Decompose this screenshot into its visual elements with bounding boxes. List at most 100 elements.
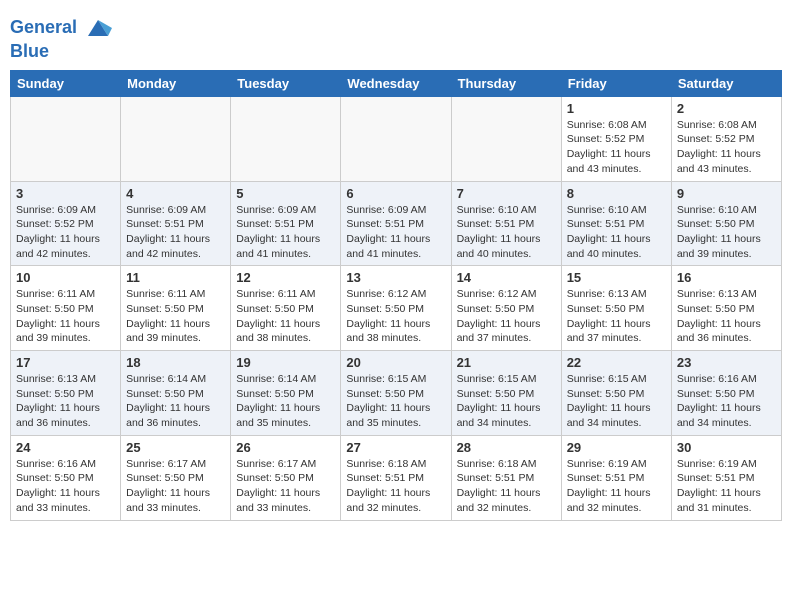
calendar-cell: 23 Sunrise: 6:16 AM Sunset: 5:50 PM Dayli… (671, 351, 781, 436)
day-info: Sunrise: 6:10 AM Sunset: 5:51 PM Dayligh… (567, 203, 666, 262)
day-number: 26 (236, 440, 335, 455)
logo-line2: Blue (10, 42, 112, 62)
calendar-cell (231, 96, 341, 181)
day-number: 3 (16, 186, 115, 201)
calendar-cell: 24 Sunrise: 6:16 AM Sunset: 5:50 PM Dayli… (11, 435, 121, 520)
calendar-cell (451, 96, 561, 181)
logo: General Blue (10, 14, 112, 62)
day-number: 25 (126, 440, 225, 455)
weekday-header: Sunday (11, 70, 121, 96)
day-number: 8 (567, 186, 666, 201)
weekday-header: Monday (121, 70, 231, 96)
calendar-cell: 13Sunrise: 6:12 AM Sunset: 5:50 PM Dayli… (341, 266, 451, 351)
day-info: Sunrise: 6:15 AM Sunset: 5:50 PM Dayligh… (567, 372, 666, 431)
day-number: 15 (567, 270, 666, 285)
page-header: General Blue (10, 10, 782, 62)
day-number: 22 (567, 355, 666, 370)
day-number: 14 (457, 270, 556, 285)
calendar-cell: 10Sunrise: 6:11 AM Sunset: 5:50 PM Dayli… (11, 266, 121, 351)
calendar-cell: 5 Sunrise: 6:09 AM Sunset: 5:51 PM Daylig… (231, 181, 341, 266)
day-info: Sunrise: 6:10 AM Sunset: 5:51 PM Dayligh… (457, 203, 556, 262)
day-info: Sunrise: 6:09 AM Sunset: 5:51 PM Dayligh… (236, 203, 335, 262)
calendar-cell: 21Sunrise: 6:15 AM Sunset: 5:50 PM Dayli… (451, 351, 561, 436)
day-number: 2 (677, 101, 776, 116)
calendar-cell: 30 Sunrise: 6:19 AM Sunset: 5:51 PM Dayli… (671, 435, 781, 520)
day-number: 23 (677, 355, 776, 370)
calendar-cell: 6 Sunrise: 6:09 AM Sunset: 5:51 PM Daylig… (341, 181, 451, 266)
day-info: Sunrise: 6:17 AM Sunset: 5:50 PM Dayligh… (236, 457, 335, 516)
day-info: Sunrise: 6:11 AM Sunset: 5:50 PM Dayligh… (126, 287, 225, 346)
day-number: 5 (236, 186, 335, 201)
calendar-week-row: 17 Sunrise: 6:13 AM Sunset: 5:50 PM Dayli… (11, 351, 782, 436)
day-info: Sunrise: 6:16 AM Sunset: 5:50 PM Dayligh… (16, 457, 115, 516)
day-number: 6 (346, 186, 445, 201)
day-number: 27 (346, 440, 445, 455)
calendar-cell: 29Sunrise: 6:19 AM Sunset: 5:51 PM Dayli… (561, 435, 671, 520)
day-info: Sunrise: 6:11 AM Sunset: 5:50 PM Dayligh… (236, 287, 335, 346)
calendar-cell: 3 Sunrise: 6:09 AM Sunset: 5:52 PM Daylig… (11, 181, 121, 266)
calendar-cell: 26 Sunrise: 6:17 AM Sunset: 5:50 PM Dayli… (231, 435, 341, 520)
day-info: Sunrise: 6:09 AM Sunset: 5:51 PM Dayligh… (346, 203, 445, 262)
calendar-cell: 22 Sunrise: 6:15 AM Sunset: 5:50 PM Dayli… (561, 351, 671, 436)
day-info: Sunrise: 6:13 AM Sunset: 5:50 PM Dayligh… (567, 287, 666, 346)
day-number: 7 (457, 186, 556, 201)
calendar-cell: 25 Sunrise: 6:17 AM Sunset: 5:50 PM Dayli… (121, 435, 231, 520)
day-info: Sunrise: 6:14 AM Sunset: 5:50 PM Dayligh… (126, 372, 225, 431)
day-info: Sunrise: 6:18 AM Sunset: 5:51 PM Dayligh… (346, 457, 445, 516)
day-info: Sunrise: 6:13 AM Sunset: 5:50 PM Dayligh… (677, 287, 776, 346)
day-info: Sunrise: 6:15 AM Sunset: 5:50 PM Dayligh… (457, 372, 556, 431)
day-info: Sunrise: 6:08 AM Sunset: 5:52 PM Dayligh… (677, 118, 776, 177)
day-number: 24 (16, 440, 115, 455)
day-number: 12 (236, 270, 335, 285)
day-number: 18 (126, 355, 225, 370)
calendar-table: SundayMondayTuesdayWednesdayThursdayFrid… (10, 70, 782, 521)
calendar-cell: 17 Sunrise: 6:13 AM Sunset: 5:50 PM Dayli… (11, 351, 121, 436)
weekday-header: Friday (561, 70, 671, 96)
calendar-header-row: SundayMondayTuesdayWednesdayThursdayFrid… (11, 70, 782, 96)
calendar-cell: 11 Sunrise: 6:11 AM Sunset: 5:50 PM Dayli… (121, 266, 231, 351)
calendar-cell (11, 96, 121, 181)
calendar-week-row: 3 Sunrise: 6:09 AM Sunset: 5:52 PM Daylig… (11, 181, 782, 266)
day-number: 20 (346, 355, 445, 370)
day-number: 30 (677, 440, 776, 455)
weekday-header: Tuesday (231, 70, 341, 96)
logo-line1: General (10, 14, 112, 42)
calendar-cell: 14Sunrise: 6:12 AM Sunset: 5:50 PM Dayli… (451, 266, 561, 351)
day-number: 28 (457, 440, 556, 455)
day-number: 13 (346, 270, 445, 285)
calendar-cell: 8 Sunrise: 6:10 AM Sunset: 5:51 PM Daylig… (561, 181, 671, 266)
calendar-cell: 9 Sunrise: 6:10 AM Sunset: 5:50 PM Daylig… (671, 181, 781, 266)
day-info: Sunrise: 6:09 AM Sunset: 5:51 PM Dayligh… (126, 203, 225, 262)
calendar-cell: 7 Sunrise: 6:10 AM Sunset: 5:51 PM Daylig… (451, 181, 561, 266)
calendar-cell: 19 Sunrise: 6:14 AM Sunset: 5:50 PM Dayli… (231, 351, 341, 436)
day-info: Sunrise: 6:19 AM Sunset: 5:51 PM Dayligh… (677, 457, 776, 516)
day-info: Sunrise: 6:11 AM Sunset: 5:50 PM Dayligh… (16, 287, 115, 346)
calendar-cell: 20 Sunrise: 6:15 AM Sunset: 5:50 PM Dayli… (341, 351, 451, 436)
day-number: 9 (677, 186, 776, 201)
day-number: 29 (567, 440, 666, 455)
calendar-week-row: 24 Sunrise: 6:16 AM Sunset: 5:50 PM Dayli… (11, 435, 782, 520)
day-number: 19 (236, 355, 335, 370)
day-number: 11 (126, 270, 225, 285)
calendar-cell: 15 Sunrise: 6:13 AM Sunset: 5:50 PM Dayli… (561, 266, 671, 351)
day-info: Sunrise: 6:13 AM Sunset: 5:50 PM Dayligh… (16, 372, 115, 431)
day-number: 16 (677, 270, 776, 285)
weekday-header: Wednesday (341, 70, 451, 96)
calendar-cell: 2 Sunrise: 6:08 AM Sunset: 5:52 PM Daylig… (671, 96, 781, 181)
calendar-cell (341, 96, 451, 181)
calendar-cell: 12 Sunrise: 6:11 AM Sunset: 5:50 PM Dayli… (231, 266, 341, 351)
calendar-week-row: 1Sunrise: 6:08 AM Sunset: 5:52 PM Daylig… (11, 96, 782, 181)
logo-icon (84, 14, 112, 42)
calendar-cell: 18 Sunrise: 6:14 AM Sunset: 5:50 PM Dayli… (121, 351, 231, 436)
calendar-cell: 28 Sunrise: 6:18 AM Sunset: 5:51 PM Dayli… (451, 435, 561, 520)
day-info: Sunrise: 6:17 AM Sunset: 5:50 PM Dayligh… (126, 457, 225, 516)
day-info: Sunrise: 6:18 AM Sunset: 5:51 PM Dayligh… (457, 457, 556, 516)
day-info: Sunrise: 6:14 AM Sunset: 5:50 PM Dayligh… (236, 372, 335, 431)
day-info: Sunrise: 6:09 AM Sunset: 5:52 PM Dayligh… (16, 203, 115, 262)
day-info: Sunrise: 6:15 AM Sunset: 5:50 PM Dayligh… (346, 372, 445, 431)
day-number: 17 (16, 355, 115, 370)
day-info: Sunrise: 6:16 AM Sunset: 5:50 PM Dayligh… (677, 372, 776, 431)
day-info: Sunrise: 6:10 AM Sunset: 5:50 PM Dayligh… (677, 203, 776, 262)
calendar-cell: 27 Sunrise: 6:18 AM Sunset: 5:51 PM Dayli… (341, 435, 451, 520)
calendar-cell: 16 Sunrise: 6:13 AM Sunset: 5:50 PM Dayli… (671, 266, 781, 351)
